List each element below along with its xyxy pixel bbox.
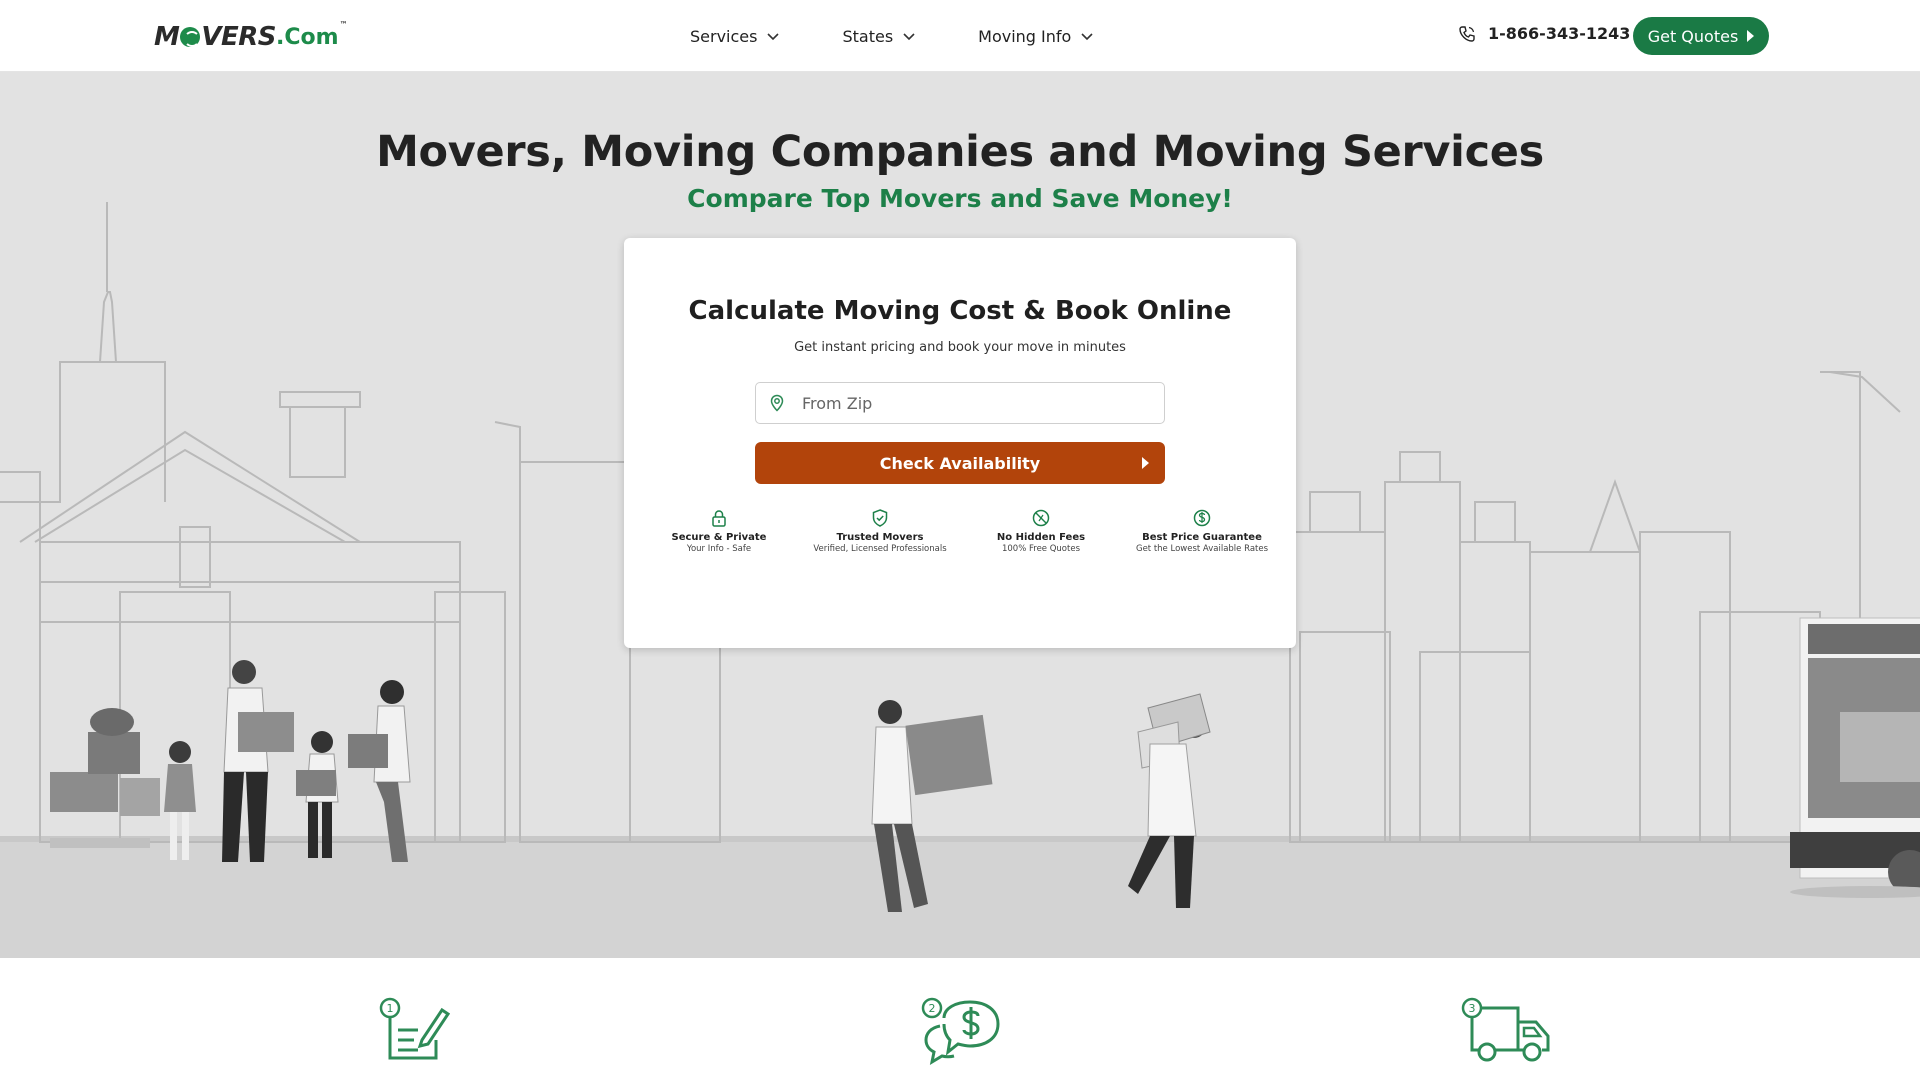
logo-text-left: M (154, 22, 180, 52)
badge-no-fees: No Hidden Fees 100% Free Quotes (956, 508, 1126, 554)
get-quotes-button[interactable]: Get Quotes (1633, 17, 1769, 55)
get-quotes-label: Get Quotes (1647, 26, 1739, 46)
play-arrow-icon (1142, 457, 1149, 469)
nav-moving-info-label: Moving Info (978, 26, 1072, 46)
shield-check-icon (872, 509, 888, 527)
phone-number: 1-866-343-1243 (1488, 24, 1631, 43)
badge-no-fees-title: No Hidden Fees (996, 532, 1086, 543)
badge-trusted: Trusted Movers Verified, Licensed Profes… (795, 508, 965, 554)
badge-no-fees-sub: 100% Free Quotes (1001, 544, 1080, 554)
dollar-circle-icon (1193, 509, 1211, 527)
badge-secure: Secure & Private Your Info - Safe (634, 508, 804, 554)
nav-states-label: States (842, 26, 894, 46)
map-pin-icon (770, 394, 784, 412)
form-subtitle: Get instant pricing and book your move i… (794, 340, 1126, 355)
badge-trusted-title: Trusted Movers (836, 532, 924, 543)
chevron-down-icon (903, 33, 915, 41)
logo-trademark: ™ (339, 20, 348, 29)
badge-best-price-title: Best Price Guarantee (1142, 532, 1262, 543)
from-zip-input[interactable] (802, 393, 1142, 413)
badge-secure-title: Secure & Private (671, 532, 767, 543)
chat-dollar-icon: 2 (921, 997, 1000, 1066)
main-nav: Services States Moving Info (690, 22, 1094, 50)
form-title: Calculate Moving Cost & Book Online (688, 296, 1232, 326)
globe-icon (180, 27, 201, 47)
step-number: 3 (1469, 1002, 1476, 1015)
badge-trusted-sub: Verified, Licensed Professionals (813, 544, 947, 554)
no-fee-icon (1032, 509, 1050, 527)
trust-badges: Secure & Private Your Info - Safe Truste… (624, 508, 1296, 568)
play-arrow-icon (1747, 30, 1755, 42)
logo-text-right: VERS (201, 22, 277, 52)
movers-logo[interactable]: M VERS .Com ™ (154, 20, 348, 52)
from-zip-field[interactable] (755, 382, 1165, 424)
badge-secure-sub: Your Info - Safe (686, 544, 752, 554)
step-number: 2 (929, 1002, 936, 1015)
hero-section: Movers, Moving Companies and Moving Serv… (0, 72, 1920, 958)
phone-icon (1459, 25, 1475, 42)
moving-truck-icon: 3 (1461, 997, 1550, 1062)
page-subtitle: Compare Top Movers and Save Money! (687, 184, 1233, 213)
nav-services[interactable]: Services (690, 22, 780, 50)
nav-states[interactable]: States (842, 22, 916, 50)
nav-services-label: Services (690, 26, 758, 46)
check-availability-button[interactable]: Check Availability (755, 442, 1165, 484)
step-number: 1 (387, 1002, 394, 1015)
site-header: M VERS .Com ™ Services States Moving Inf… (0, 0, 1920, 72)
form-edit-icon: 1 (379, 997, 450, 1060)
how-it-works-steps: 1 2 3 (0, 958, 1920, 1080)
phone-link[interactable]: 1-866-343-1243 (1458, 24, 1630, 43)
badge-best-price-sub: Get the Lowest Available Rates (1135, 544, 1269, 554)
chevron-down-icon (767, 33, 780, 41)
badge-best-price: Best Price Guarantee Get the Lowest Avai… (1117, 508, 1287, 554)
logo-domain: .Com (276, 25, 339, 50)
page-title: Movers, Moving Companies and Moving Serv… (376, 127, 1544, 177)
lock-icon (712, 510, 726, 527)
nav-moving-info[interactable]: Moving Info (978, 22, 1094, 50)
quote-form-card: Calculate Moving Cost & Book Online Get … (624, 238, 1296, 648)
chevron-down-icon (1081, 33, 1093, 41)
check-availability-label: Check Availability (879, 453, 1041, 473)
